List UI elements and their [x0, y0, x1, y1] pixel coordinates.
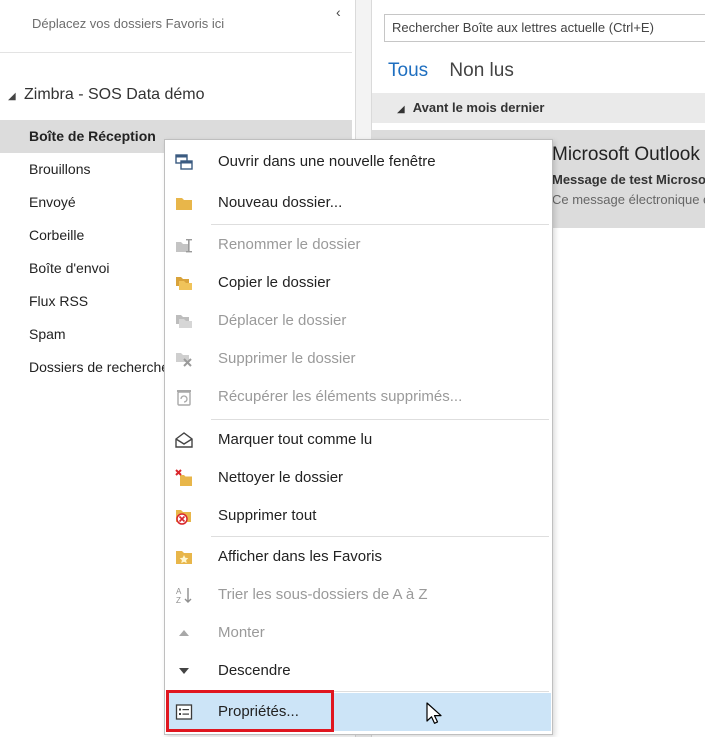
mouse-cursor-icon [426, 702, 442, 724]
collapse-pane-icon[interactable]: ‹ [336, 4, 341, 20]
menu-label: Descendre [218, 662, 291, 679]
menu-label: Marquer tout comme lu [218, 431, 373, 448]
menu-separator [211, 536, 549, 537]
rename-icon [175, 236, 193, 254]
menu-item-sort-subfolders[interactable]: AZ Trier les sous-dossiers de A à Z [166, 576, 551, 614]
tab-all[interactable]: Tous [388, 60, 428, 82]
star-folder-icon [175, 548, 193, 566]
group-header[interactable]: ◢ Avant le mois dernier [372, 93, 705, 123]
delete-all-icon [175, 507, 193, 525]
clean-folder-icon [175, 469, 193, 487]
menu-item-recover-deleted[interactable]: Récupérer les éléments supprimés... [166, 378, 551, 416]
favorites-hint: Déplacez vos dossiers Favoris ici [32, 16, 225, 31]
filter-tabs: Tous Non lus [388, 60, 530, 82]
account-node[interactable]: ◢ Zimbra - SOS Data démo [8, 86, 205, 104]
sort-az-icon: AZ [175, 586, 193, 604]
folder-context-menu: Ouvrir dans une nouvelle fenêtre Nouveau… [164, 139, 553, 735]
arrow-up-icon [175, 624, 193, 642]
folder-icon [175, 194, 193, 212]
account-name: Zimbra - SOS Data démo [24, 86, 205, 103]
menu-item-move-up[interactable]: Monter [166, 614, 551, 652]
menu-item-move-down[interactable]: Descendre [166, 652, 551, 690]
menu-label: Copier le dossier [218, 274, 331, 291]
menu-item-delete-folder[interactable]: Supprimer le dossier [166, 340, 551, 378]
expand-arrow-icon: ◢ [397, 104, 405, 115]
menu-label: Trier les sous-dossiers de A à Z [218, 586, 428, 603]
menu-item-delete-all[interactable]: Supprimer tout [166, 497, 551, 535]
move-folder-icon [175, 312, 193, 330]
svg-text:Z: Z [176, 596, 181, 604]
search-input[interactable]: Rechercher Boîte aux lettres actuelle (C… [384, 14, 705, 42]
menu-label: Renommer le dossier [218, 236, 361, 253]
menu-label: Nettoyer le dossier [218, 469, 344, 486]
menu-item-rename-folder[interactable]: Renommer le dossier [166, 226, 551, 264]
menu-label: Nouveau dossier... [218, 194, 343, 211]
tab-unread[interactable]: Non lus [449, 60, 513, 82]
menu-label: Récupérer les éléments supprimés... [218, 388, 463, 405]
arrow-down-icon [175, 662, 193, 680]
expand-arrow-icon[interactable]: ◢ [8, 91, 24, 102]
menu-label: Déplacer le dossier [218, 312, 347, 329]
menu-item-new-folder[interactable]: Nouveau dossier... [166, 184, 551, 222]
recover-icon [175, 388, 193, 406]
message-subject: Message de test Microsoft Outlook [552, 172, 705, 187]
new-window-icon [175, 153, 193, 171]
copy-folder-icon [175, 274, 193, 292]
menu-label: Ouvrir dans une nouvelle fenêtre [218, 153, 436, 170]
menu-label: Afficher dans les Favoris [218, 548, 382, 565]
divider [0, 52, 352, 53]
menu-item-properties[interactable]: Propriétés... [166, 690, 551, 732]
menu-item-move-folder[interactable]: Déplacer le dossier [166, 302, 551, 340]
menu-separator [211, 224, 549, 225]
message-sender: Microsoft Outlook [552, 144, 700, 165]
group-header-label: Avant le mois dernier [412, 100, 545, 115]
menu-item-mark-all-read[interactable]: Marquer tout comme lu [166, 421, 551, 459]
menu-separator [211, 419, 549, 420]
open-envelope-icon [175, 431, 193, 449]
menu-label: Supprimer le dossier [218, 350, 356, 367]
menu-item-clean-folder[interactable]: Nettoyer le dossier [166, 459, 551, 497]
message-preview: Ce message électronique est envoyé autom… [552, 192, 705, 207]
svg-text:A: A [176, 587, 182, 596]
menu-item-copy-folder[interactable]: Copier le dossier [166, 264, 551, 302]
delete-folder-icon [175, 350, 193, 368]
highlight-box [166, 690, 334, 732]
menu-label: Monter [218, 624, 265, 641]
menu-item-show-in-favorites[interactable]: Afficher dans les Favoris [166, 538, 551, 576]
menu-item-open-new-window[interactable]: Ouvrir dans une nouvelle fenêtre [166, 143, 551, 181]
menu-label: Supprimer tout [218, 507, 317, 524]
